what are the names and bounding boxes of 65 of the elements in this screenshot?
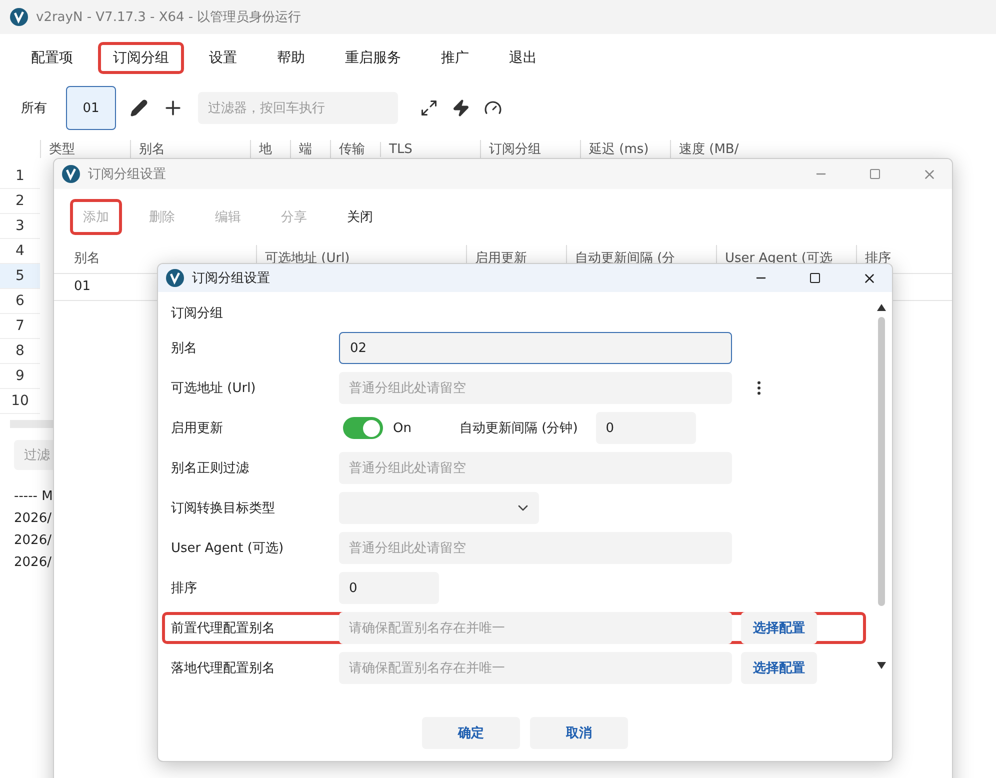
text-field[interactable]: 普通分组此处请留空	[339, 452, 732, 484]
group-tab[interactable]: 01	[66, 86, 116, 130]
scrollbar-thumb[interactable]	[878, 317, 884, 606]
log-line: ----- M	[14, 488, 53, 506]
filter-field[interactable]: 过滤器，按回车执行	[198, 92, 398, 124]
sort-field[interactable]: 0	[339, 572, 439, 604]
field-label: 可选地址 (Url)	[171, 380, 257, 397]
text-field[interactable]: 普通分组此处请留空	[339, 532, 732, 564]
row-number[interactable]: 10	[0, 389, 40, 414]
row-number[interactable]: 3	[0, 214, 40, 239]
app-logo-icon	[166, 269, 184, 287]
row-number[interactable]: 8	[0, 339, 40, 364]
row-number[interactable]: 9	[0, 364, 40, 389]
text-field[interactable]: 02	[339, 332, 732, 364]
row-number[interactable]: 2	[0, 189, 40, 214]
menu-item[interactable]: 帮助	[262, 42, 320, 74]
log-line: 2026/	[14, 532, 52, 550]
row-number[interactable]: 6	[0, 289, 40, 314]
toolbar-button[interactable]: 关闭	[334, 199, 386, 235]
menu-item[interactable]: 推广	[426, 42, 484, 74]
select-config-button[interactable]: 选择配置	[741, 652, 817, 684]
maximize-icon[interactable]	[809, 272, 821, 284]
menu-item[interactable]: 配置项	[16, 42, 88, 74]
log-line: 2026/	[14, 554, 52, 572]
select-config-button[interactable]: 选择配置	[741, 612, 817, 644]
toggle-state: On	[393, 420, 412, 436]
app-logo-icon	[62, 165, 80, 183]
dialog-title: 订阅分组设置	[192, 270, 271, 287]
menu-item[interactable]: 设置	[194, 42, 252, 74]
url-field[interactable]: 普通分组此处请留空	[339, 372, 732, 404]
menu-item[interactable]: 订阅分组	[98, 42, 184, 74]
field-label: 启用更新	[171, 420, 224, 437]
menu-item[interactable]: 退出	[494, 42, 552, 74]
interval-label: 自动更新间隔 (分钟)	[459, 420, 578, 437]
cancel-button[interactable]: 取消	[530, 717, 628, 749]
group-tab[interactable]: 所有	[16, 86, 52, 130]
alias-field[interactable]: 请确保配置别名存在并唯一	[339, 652, 732, 684]
row-number[interactable]: 7	[0, 314, 40, 339]
table-cell-text: 01	[73, 278, 92, 296]
menu-item[interactable]: 重启服务	[330, 42, 416, 74]
lightning-icon[interactable]	[452, 99, 470, 117]
row-number[interactable]: 1	[0, 164, 40, 189]
alias-field[interactable]: 请确保配置别名存在并唯一	[339, 612, 732, 644]
row-number[interactable]: 5	[0, 264, 40, 289]
field-label: 落地代理配置别名	[171, 660, 276, 677]
log-line: 2026/	[14, 510, 52, 528]
field-label: User Agent (可选)	[171, 540, 285, 557]
app-logo-icon	[10, 8, 28, 26]
field-label: 别名正则过滤	[171, 460, 250, 477]
dialog-title: 订阅分组设置	[88, 166, 167, 183]
field-label: 排序	[171, 580, 198, 597]
section-label: 订阅分组	[170, 305, 224, 322]
expand-icon[interactable]	[420, 99, 438, 117]
window-title: v2rayN - V7.17.3 - X64 - 以管理员身份运行	[36, 9, 302, 26]
gauge-icon[interactable]	[484, 99, 502, 117]
field-label: 订阅转换目标类型	[171, 500, 276, 517]
toggle-switch[interactable]	[343, 417, 383, 439]
column-header[interactable]: TLS	[380, 142, 480, 156]
pencil-icon[interactable]	[130, 99, 148, 117]
field-label: 前置代理配置别名	[171, 620, 276, 637]
interval-field[interactable]: 0	[596, 412, 696, 444]
scroll-up-icon[interactable]	[876, 304, 886, 311]
field-label: 别名	[171, 340, 198, 357]
confirm-button[interactable]: 确定	[422, 717, 520, 749]
scroll-down-icon[interactable]	[876, 662, 886, 669]
